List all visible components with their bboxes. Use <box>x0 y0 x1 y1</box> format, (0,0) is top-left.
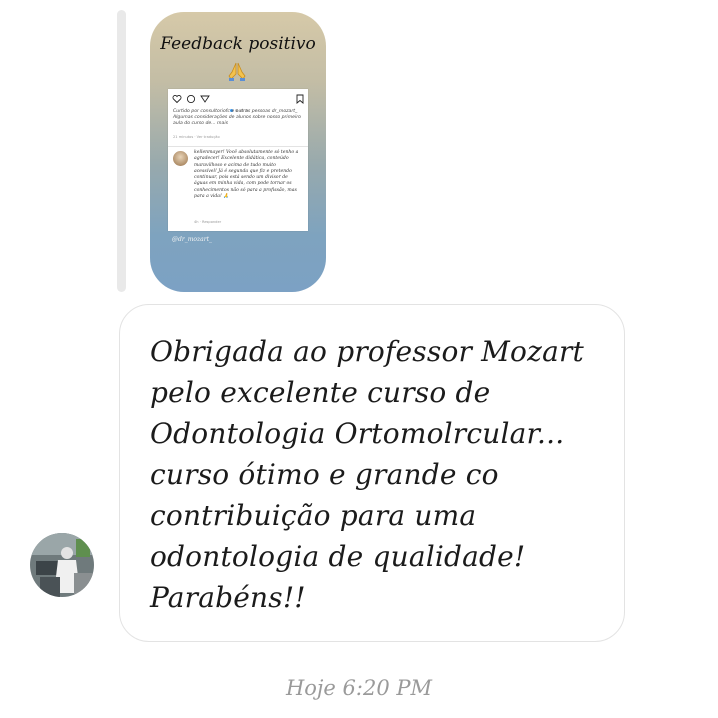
bookmark-icon <box>296 94 304 104</box>
post-divider <box>168 146 308 147</box>
commenter-avatar <box>173 151 188 166</box>
comment-icon <box>186 94 196 104</box>
reply-indicator-bar <box>117 10 126 292</box>
post-caption: Curtido por consultoriofc e outras pesso… <box>173 109 301 126</box>
message-timestamp: Hoje 6:20 PM <box>285 676 433 700</box>
share-icon <box>200 95 210 103</box>
story-reply-card[interactable]: Feedback positivo Curtido por consultori… <box>150 12 326 292</box>
story-title: Feedback positivo <box>160 34 316 54</box>
heart-icon <box>172 95 182 104</box>
instagram-post-screenshot: Curtido por consultoriofc e outras pesso… <box>168 89 308 231</box>
post-time: 21 minutos · Ver tradução <box>173 135 220 139</box>
post-actions <box>172 94 304 112</box>
praying-hands-icon <box>228 62 246 81</box>
message-text: Obrigada ao professor Mozart pelo excele… <box>150 335 584 614</box>
comment-meta: 4h · Responder <box>194 220 222 224</box>
story-handle: @dr_mozart_ <box>172 236 213 243</box>
comment-text: kellenmayer! Você absolutamente só tenho… <box>194 150 299 200</box>
sender-avatar[interactable] <box>30 533 94 597</box>
carousel-dots <box>230 97 254 112</box>
message-bubble[interactable]: Obrigada ao professor Mozart pelo excele… <box>119 304 625 642</box>
